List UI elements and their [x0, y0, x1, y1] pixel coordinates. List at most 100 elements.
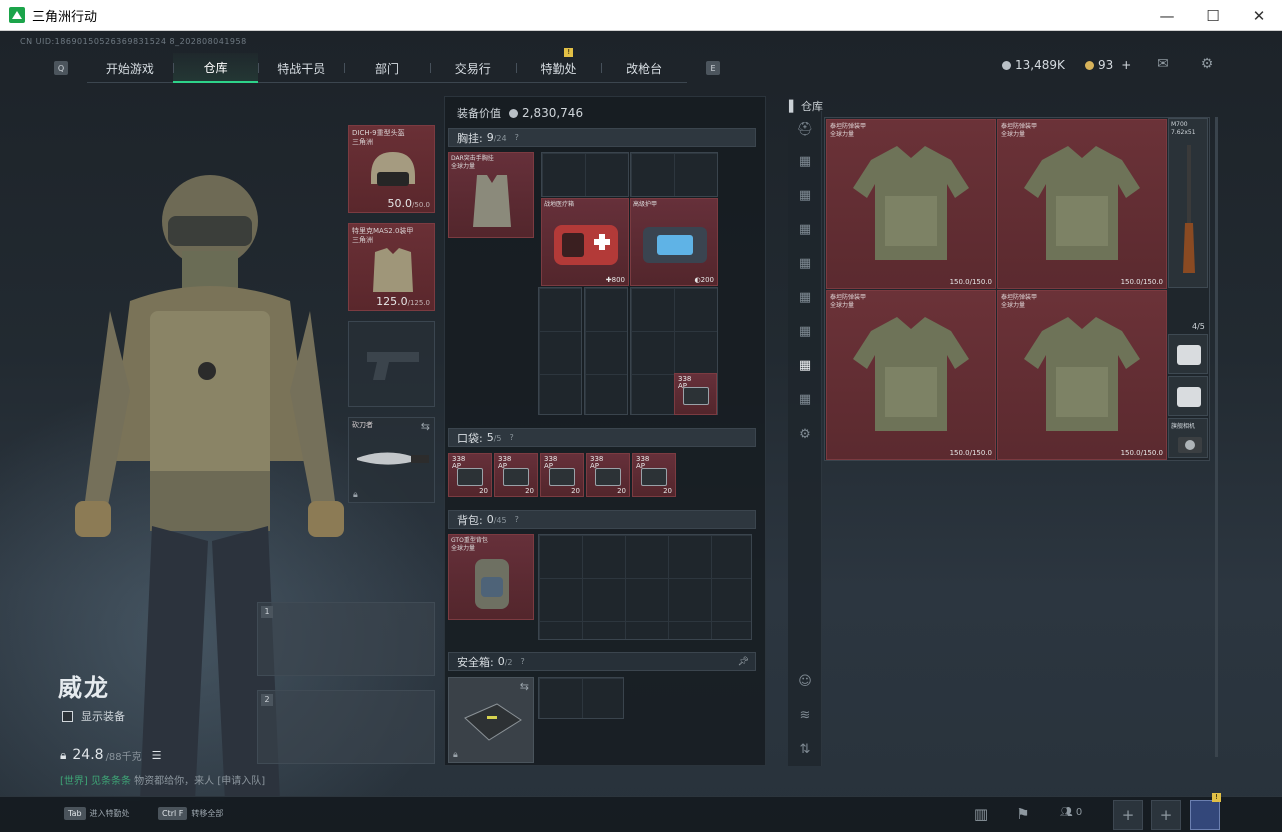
gear-category-icon[interactable]: ▦	[794, 153, 816, 171]
app-logo-icon	[9, 7, 25, 23]
armor-vest-icon	[853, 316, 969, 431]
armor-repair-item[interactable]: 高级护甲 ◐200	[630, 198, 718, 286]
sort-icon[interactable]: ⇅	[794, 741, 816, 759]
secondary-weapon-slot[interactable]: 2	[257, 690, 435, 764]
warehouse-armor-item[interactable]: 泰坦防弹装甲 全球力量 150.0/150.0	[826, 119, 996, 289]
help-icon[interactable]: ?	[515, 515, 519, 524]
portrait-icon[interactable]: ☺	[794, 673, 816, 691]
tab-special-ops[interactable]: 特勤处 !	[515, 48, 602, 83]
tab-warehouse[interactable]: 仓库	[172, 53, 259, 83]
pocket-ammo-item[interactable]: 338 AP 20	[586, 453, 630, 497]
tab-trading[interactable]: 交易行	[429, 53, 516, 83]
close-window-button[interactable]: ✕	[1236, 0, 1282, 31]
tab-department[interactable]: 部门	[344, 53, 430, 83]
pistol-slot[interactable]	[348, 321, 435, 407]
tab-start-game[interactable]: 开始游戏	[87, 53, 173, 83]
tool-category-icon[interactable]: ▦	[794, 323, 816, 341]
stats-chart-icon[interactable]: ▥	[966, 800, 996, 830]
warehouse-armor-item[interactable]: 泰坦防弹装甲 全球力量 150.0/150.0	[997, 119, 1167, 289]
chat-text: 物资都给你，来人 [申请入队]	[131, 776, 266, 787]
settings-category-icon[interactable]: ⚙	[794, 426, 816, 444]
pocket-ammo-item[interactable]: 338 AP 20	[632, 453, 676, 497]
tab-operators[interactable]: 特战干员	[258, 53, 344, 83]
rig-category-icon[interactable]: ▦	[794, 187, 816, 205]
ammo-item[interactable]: 338 AP	[674, 373, 717, 415]
squad-count-value: 0	[1075, 807, 1083, 818]
warehouse-grid[interactable]: 泰坦防弹装甲 全球力量 150.0/150.0 泰坦防弹装甲 全球力量 150.…	[824, 117, 1210, 461]
weight-list-icon[interactable]: ☰	[152, 749, 162, 762]
minimize-button[interactable]: —	[1144, 0, 1190, 31]
add-gold-button[interactable]: +	[1121, 58, 1131, 72]
sniper-rifle-item[interactable]: M700 7.62x51	[1168, 118, 1208, 288]
mail-icon[interactable]: ✉	[1154, 57, 1172, 71]
warehouse-armor-item[interactable]: 泰坦防弹装甲 全球力量 150.0/150.0	[826, 290, 996, 460]
flag-icon[interactable]: ⚑	[1008, 800, 1038, 830]
maximize-button[interactable]: ☐	[1190, 0, 1236, 31]
armor-slot[interactable]: 特里克MAS2.0装甲 三角洲 125.0/125.0	[348, 223, 435, 311]
electronic-item[interactable]	[1168, 376, 1208, 416]
pin-icon[interactable]: 📌︎	[738, 657, 749, 667]
chat-message[interactable]: [世界] 见条条条 物资都给你，来人 [申请入队]	[60, 772, 265, 787]
rig-slot-grid[interactable]	[584, 287, 628, 415]
squad-count[interactable]: 👥︎ 0	[1060, 807, 1082, 818]
weapon-slot-number: 2	[261, 694, 273, 706]
help-icon[interactable]: ?	[521, 657, 525, 666]
ammo-qty: 20	[663, 487, 672, 495]
weapon-slot-number: 1	[261, 606, 273, 618]
pocket-ammo-item[interactable]: 338 AP 20	[540, 453, 584, 497]
electronic-item[interactable]	[1168, 334, 1208, 374]
armor-category-icon[interactable]: ▦	[794, 357, 816, 375]
warehouse-scrollbar[interactable]	[1215, 117, 1218, 757]
add-teammate-button[interactable]: +	[1151, 800, 1181, 830]
help-icon[interactable]: ?	[515, 133, 519, 142]
rig-slot-grid[interactable]	[538, 287, 582, 415]
warehouse-armor-item[interactable]: 泰坦防弹装甲 全球力量 150.0/150.0	[997, 290, 1167, 460]
pocket-ammo-item[interactable]: 338 AP 20	[448, 453, 492, 497]
rig-slot-grid[interactable]	[630, 152, 718, 197]
gold-coin-icon	[1085, 60, 1094, 70]
pocket-ammo-item[interactable]: 338 AP 20	[494, 453, 538, 497]
layers-icon[interactable]: ≋	[794, 707, 816, 725]
add-teammate-button[interactable]: +	[1113, 800, 1143, 830]
safe-box-count: 0/2	[498, 655, 513, 668]
window-titlebar: 三角洲行动 — ☐ ✕	[0, 0, 1282, 31]
safe-box-grid[interactable]	[538, 677, 624, 719]
backpack-item[interactable]: GTO重型背包 全球力量	[448, 534, 534, 620]
settings-gear-icon[interactable]: ⚙	[1198, 57, 1216, 71]
armor-item-durability: 150.0/150.0	[949, 278, 992, 286]
primary-weapon-slot[interactable]: 1	[257, 602, 435, 676]
swap-icon[interactable]: ⇆	[421, 420, 430, 433]
ammo-category-icon[interactable]: ▦	[794, 255, 816, 273]
hint-special-ops[interactable]: Tab 进入特勤处	[64, 807, 130, 820]
melee-slot[interactable]: 砍刀者 ⇆ 🔒︎	[348, 417, 435, 503]
nav-prev-key[interactable]: Q	[54, 61, 68, 75]
show-equipment-checkbox[interactable]	[62, 710, 73, 722]
tab-gunsmith[interactable]: 改枪台	[601, 53, 687, 83]
help-icon[interactable]: ?	[510, 433, 514, 442]
weapon-category-icon[interactable]: ▦	[794, 221, 816, 239]
safe-box-item[interactable]: ⇆ 🔒︎	[448, 677, 534, 763]
helmet-durability-value: 50.0	[387, 197, 413, 210]
nav-next-key[interactable]: E	[706, 61, 720, 75]
pocket-count-value: 5	[486, 431, 494, 444]
helmet-slot[interactable]: DICH-9重型头盔 三角洲 50.0/50.0	[348, 125, 435, 213]
camera-item[interactable]: 旗舰相机	[1168, 418, 1208, 458]
hint-key: Tab	[64, 807, 86, 820]
armor-item-durability: 150.0/150.0	[1120, 278, 1163, 286]
chest-rig-item[interactable]: DAR突击手胸挂 全球力量	[448, 152, 534, 238]
backpack-grid[interactable]	[538, 534, 752, 640]
hint-transfer-all[interactable]: Ctrl F 转移全部	[158, 807, 223, 820]
swap-icon[interactable]: ⇆	[520, 680, 529, 693]
show-equipment-toggle[interactable]: 显示装备	[62, 708, 125, 724]
ammo-box-icon	[595, 468, 621, 487]
silver-currency: 13,489K	[1002, 58, 1065, 72]
helmet-category-icon[interactable]: ⛑	[794, 121, 816, 139]
rig-slot-grid[interactable]	[541, 152, 629, 197]
medkit-item[interactable]: 战地医疗箱 ✚800	[541, 198, 629, 286]
armor-repair-qty: ◐200	[694, 276, 714, 284]
medical-category-icon[interactable]: ▦	[794, 289, 816, 307]
ammo-box-icon	[641, 468, 667, 487]
misc-category-icon[interactable]: ▦	[794, 391, 816, 409]
player-avatar[interactable]: !	[1190, 793, 1221, 830]
ammo-qty: 20	[617, 487, 626, 495]
